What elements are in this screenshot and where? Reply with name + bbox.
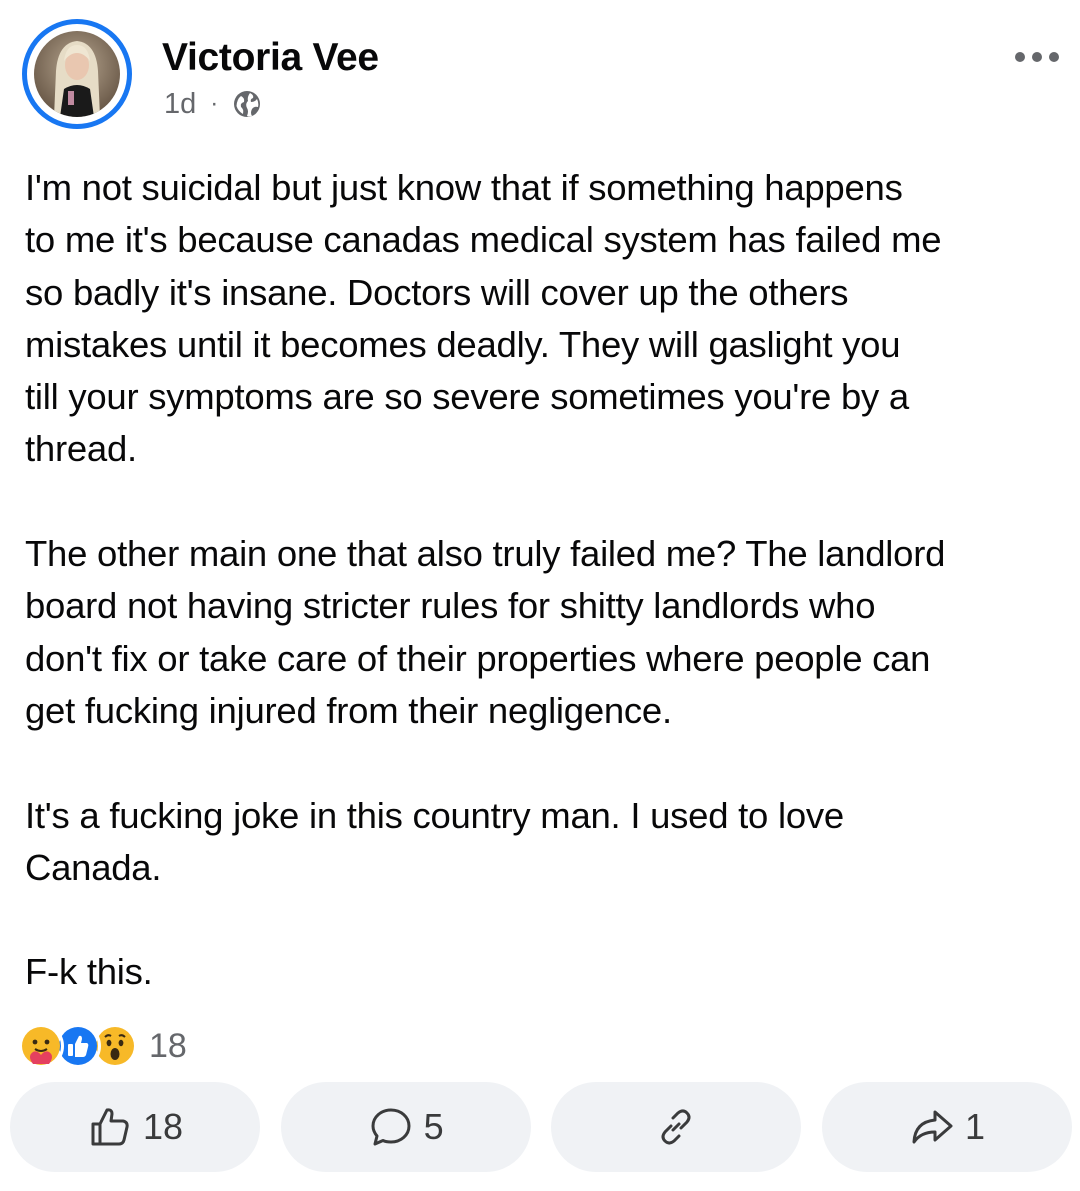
like-count: 18 [142,1106,184,1147]
post-paragraph: The other main one that also truly faile… [25,533,946,731]
post-body: I'm not suicidal but just know that if s… [25,162,1065,999]
link-icon [661,1109,691,1145]
meta-separator: · [210,90,219,117]
post-paragraph: F-k this. [25,951,153,993]
comment-button[interactable]: 5 [280,1082,531,1172]
thumbs-up-icon [91,1108,129,1146]
post-action-bar: 18 5 1 [10,1082,1072,1172]
more-options-button[interactable] [1012,42,1062,72]
reaction-count[interactable]: 18 [149,1027,187,1066]
post-meta: 1d · [164,86,262,122]
globe-icon[interactable] [232,89,262,119]
more-options-icon [1015,52,1059,62]
share-button[interactable]: 1 [821,1082,1072,1172]
share-arrow-icon [912,1110,953,1144]
reactions-summary[interactable]: 18 [18,1022,187,1070]
post-header: Victoria Vee 1d · [0,0,1080,150]
like-button[interactable]: 18 [10,1082,260,1172]
post-paragraph: I'm not suicidal but just know that if s… [25,167,942,470]
avatar[interactable] [34,31,120,117]
post-time[interactable]: 1d [164,88,196,121]
author-name[interactable]: Victoria Vee [162,36,379,80]
comment-count: 5 [423,1106,444,1147]
care-reaction-icon [18,1023,64,1069]
post-paragraph: It's a fucking joke in this country man.… [25,794,844,888]
share-count: 1 [964,1106,985,1147]
comment-bubble-icon [371,1108,411,1146]
copy-link-button[interactable] [551,1082,802,1172]
story-ring[interactable] [22,19,132,129]
